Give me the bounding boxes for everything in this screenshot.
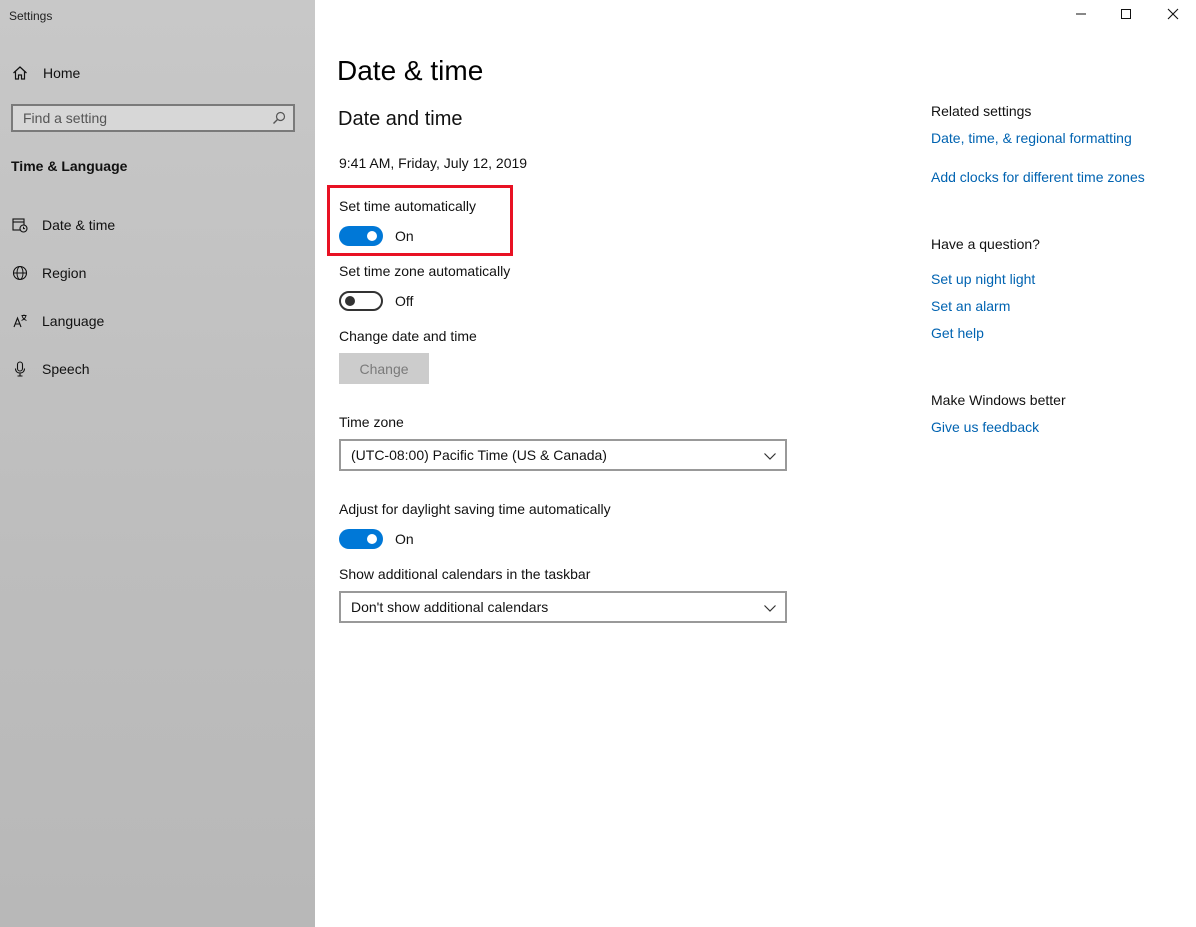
change-button[interactable]: Change — [339, 353, 429, 384]
time-zone-label: Time zone — [339, 414, 404, 430]
chevron-down-icon — [763, 449, 777, 463]
calendars-label: Show additional calendars in the taskbar — [339, 566, 591, 582]
set-time-auto-label: Set time automatically — [339, 198, 476, 214]
set-time-auto-toggle[interactable] — [339, 226, 383, 246]
search-input[interactable] — [13, 106, 283, 130]
calendar-clock-icon — [11, 216, 29, 234]
sidebar-item-speech[interactable]: Speech — [0, 349, 315, 389]
sidebar-item-label: Date & time — [42, 217, 116, 233]
link-regional-formatting[interactable]: Date, time, & regional formatting — [931, 130, 1132, 146]
sidebar-item-label: Language — [42, 313, 105, 329]
set-timezone-auto-state: Off — [395, 293, 414, 309]
microphone-icon — [11, 360, 29, 378]
globe-icon — [11, 264, 29, 282]
maximize-icon — [1120, 7, 1132, 25]
set-timezone-auto-toggle[interactable] — [339, 291, 383, 311]
link-set-alarm[interactable]: Set an alarm — [931, 298, 1010, 314]
link-give-feedback[interactable]: Give us feedback — [931, 419, 1039, 435]
calendars-value: Don't show additional calendars — [351, 599, 549, 615]
related-settings-heading: Related settings — [931, 103, 1032, 119]
set-time-auto-state: On — [395, 228, 414, 244]
sidebar-item-label: Speech — [42, 361, 90, 377]
dst-label: Adjust for daylight saving time automati… — [339, 501, 611, 517]
make-windows-better-heading: Make Windows better — [931, 392, 1066, 408]
page-title: Date & time — [337, 55, 484, 86]
link-get-help[interactable]: Get help — [931, 325, 984, 341]
question-heading: Have a question? — [931, 236, 1040, 252]
sidebar-section-heading: Time & Language — [11, 158, 128, 174]
section-subtitle: Date and time — [338, 108, 463, 130]
close-button[interactable] — [1150, 0, 1196, 32]
time-zone-value: (UTC-08:00) Pacific Time (US & Canada) — [351, 447, 607, 463]
app-title: Settings — [9, 9, 53, 23]
set-timezone-auto-label: Set time zone automatically — [339, 263, 511, 279]
sidebar-item-language[interactable]: Language — [0, 301, 315, 341]
dst-state: On — [395, 531, 414, 547]
sidebar: Settings Home Time & Language Date & tim… — [0, 0, 315, 927]
time-zone-dropdown[interactable]: (UTC-08:00) Pacific Time (US & Canada) — [339, 439, 787, 471]
sidebar-item-region[interactable]: Region — [0, 253, 315, 293]
chevron-down-icon — [763, 601, 777, 615]
language-icon — [11, 312, 29, 330]
sidebar-item-label: Region — [42, 265, 87, 281]
search-box[interactable] — [11, 104, 295, 132]
minimize-icon — [1075, 7, 1087, 25]
dst-toggle[interactable] — [339, 529, 383, 549]
close-icon — [1167, 7, 1179, 25]
sidebar-item-label: Home — [43, 65, 81, 81]
current-datetime: 9:41 AM, Friday, July 12, 2019 — [339, 155, 528, 171]
home-icon — [11, 64, 29, 82]
maximize-button[interactable] — [1103, 0, 1149, 32]
change-date-label: Change date and time — [339, 328, 477, 344]
search-icon[interactable] — [271, 110, 287, 126]
minimize-button[interactable] — [1058, 0, 1104, 32]
link-night-light[interactable]: Set up night light — [931, 271, 1035, 287]
sidebar-item-home[interactable]: Home — [0, 53, 315, 93]
sidebar-item-date-time[interactable]: Date & time — [0, 205, 315, 245]
link-add-clocks[interactable]: Add clocks for different time zones — [931, 169, 1145, 185]
calendars-dropdown[interactable]: Don't show additional calendars — [339, 591, 787, 623]
